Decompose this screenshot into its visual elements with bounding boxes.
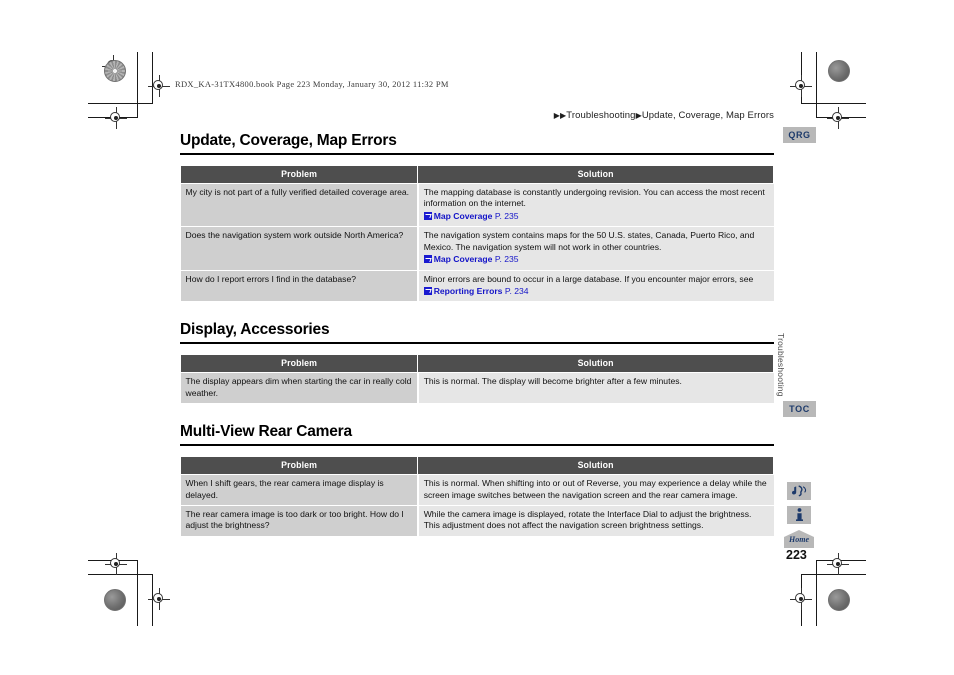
table-header-row: Problem Solution bbox=[179, 456, 774, 476]
solution-text: The navigation system contains maps for … bbox=[423, 230, 755, 252]
page-content: Update, Coverage, Map Errors Problem Sol… bbox=[179, 132, 774, 553]
table-row: The display appears dim when starting th… bbox=[180, 372, 774, 404]
jump-link-icon bbox=[423, 211, 432, 220]
table-row: How do I report errors I find in the dat… bbox=[180, 270, 774, 302]
title-divider bbox=[180, 153, 774, 155]
reference-page: P. 235 bbox=[494, 254, 519, 265]
cell-problem: The rear camera image is too dark or too… bbox=[180, 505, 419, 536]
information-icon[interactable] bbox=[787, 506, 811, 524]
page-title: Update, Coverage, Map Errors bbox=[180, 132, 397, 149]
breadcrumb-arrow-icon: ▶ bbox=[635, 110, 642, 120]
table-header-row: Problem Solution bbox=[179, 354, 774, 374]
table-row: Does the navigation system work outside … bbox=[180, 226, 774, 271]
breadcrumb-parent[interactable]: Troubleshooting bbox=[566, 110, 635, 121]
reference-page: P. 235 bbox=[494, 210, 519, 221]
home-label: Home bbox=[788, 535, 809, 544]
table-row: My city is not part of a fully verified … bbox=[180, 183, 774, 228]
cell-problem: My city is not part of a fully verified … bbox=[180, 183, 419, 228]
table-row: The rear camera image is too dark or too… bbox=[180, 505, 774, 536]
registration-mark bbox=[148, 588, 170, 610]
jump-link-icon bbox=[423, 255, 432, 264]
column-header-problem: Problem bbox=[179, 354, 419, 374]
cell-solution: While the camera image is displayed, rot… bbox=[417, 505, 774, 536]
reference-page: P. 234 bbox=[504, 285, 529, 296]
title-divider bbox=[180, 342, 774, 345]
breadcrumb-arrow-icon: ▶ bbox=[560, 110, 567, 120]
breadcrumb: ▶▶Troubleshooting▶Update, Coverage, Map … bbox=[554, 110, 774, 121]
registration-mark bbox=[790, 75, 812, 97]
troubleshooting-table: Problem Solution The display appears dim… bbox=[179, 354, 774, 404]
cross-reference-link[interactable]: Map Coverage P. 235 bbox=[423, 210, 769, 222]
reference-name: Map Coverage bbox=[433, 210, 493, 221]
cell-solution: This is normal. When shifting into or ou… bbox=[417, 474, 774, 507]
cell-problem: When I shift gears, the rear camera imag… bbox=[180, 474, 419, 507]
cell-problem: The display appears dim when starting th… bbox=[180, 372, 419, 404]
jump-link-icon bbox=[423, 286, 432, 295]
cell-problem: How do I report errors I find in the dat… bbox=[180, 270, 419, 302]
column-header-solution: Solution bbox=[417, 165, 774, 184]
reference-name: Reporting Errors bbox=[433, 285, 503, 296]
column-header-problem: Problem bbox=[179, 165, 419, 184]
section-multi-view-rear-camera: Multi-View Rear Camera Problem Solution … bbox=[179, 423, 774, 536]
solution-text: Minor errors are bound to occur in a lar… bbox=[423, 273, 754, 284]
section-title-multi-view-rear-camera: Multi-View Rear Camera bbox=[180, 423, 352, 441]
color-registration-blob bbox=[828, 589, 850, 611]
manual-page: RDX_KA-31TX4800.book Page 223 Monday, Ja… bbox=[0, 0, 954, 675]
home-icon[interactable]: Home bbox=[783, 529, 815, 548]
color-registration-blob bbox=[104, 589, 126, 611]
page-number: 223 bbox=[786, 548, 807, 562]
color-registration-blob bbox=[104, 60, 126, 82]
troubleshooting-table: Problem Solution My city is not part of … bbox=[179, 165, 774, 302]
registration-mark bbox=[148, 75, 170, 97]
tab-toc[interactable]: TOC bbox=[783, 401, 816, 417]
color-registration-blob bbox=[828, 60, 850, 82]
column-header-solution: Solution bbox=[417, 354, 774, 374]
solution-text: The mapping database is constantly under… bbox=[423, 187, 765, 209]
book-file-header: RDX_KA-31TX4800.book Page 223 Monday, Ja… bbox=[175, 79, 449, 89]
cell-solution: This is normal. The display will become … bbox=[417, 372, 774, 404]
registration-mark bbox=[827, 107, 849, 129]
registration-mark bbox=[105, 553, 127, 575]
tab-qrg[interactable]: QRG bbox=[783, 127, 816, 143]
registration-mark bbox=[105, 107, 127, 129]
section-update-coverage-map-errors: Update, Coverage, Map Errors Problem Sol… bbox=[179, 132, 774, 302]
column-header-problem: Problem bbox=[179, 456, 419, 476]
cell-solution: Minor errors are bound to occur in a lar… bbox=[417, 270, 774, 302]
breadcrumb-current: Update, Coverage, Map Errors bbox=[641, 110, 774, 121]
cross-reference-link[interactable]: Reporting Errors P. 234 bbox=[423, 285, 769, 297]
table-row: When I shift gears, the rear camera imag… bbox=[180, 474, 774, 507]
section-display-accessories: Display, Accessories Problem Solution Th… bbox=[179, 321, 774, 404]
column-header-solution: Solution bbox=[417, 456, 774, 476]
title-divider bbox=[180, 444, 774, 447]
registration-mark bbox=[827, 553, 849, 575]
troubleshooting-table: Problem Solution When I shift gears, the… bbox=[179, 456, 774, 536]
cell-problem: Does the navigation system work outside … bbox=[180, 226, 419, 271]
cross-reference-link[interactable]: Map Coverage P. 235 bbox=[423, 254, 769, 265]
cell-solution: The navigation system contains maps for … bbox=[417, 226, 774, 271]
section-title-display-accessories: Display, Accessories bbox=[180, 321, 330, 339]
reference-name: Map Coverage bbox=[433, 254, 493, 265]
registration-mark bbox=[790, 588, 812, 610]
cell-solution: The mapping database is constantly under… bbox=[417, 183, 774, 228]
voice-command-icon[interactable] bbox=[787, 482, 811, 500]
chapter-tab-label: Troubleshooting bbox=[776, 333, 786, 397]
table-header-row: Problem Solution bbox=[179, 165, 774, 184]
